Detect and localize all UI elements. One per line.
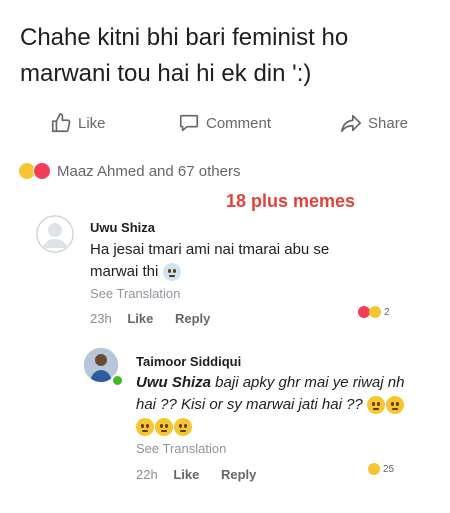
reply-meta: 22h Like Reply <box>136 467 256 482</box>
neutral-face-emoji-icon <box>174 418 192 437</box>
neutral-face-emoji-icon <box>136 418 154 437</box>
reactions-summary-text: Maaz Ahmed and 67 others <box>57 162 241 180</box>
love-reaction-icon <box>33 162 51 180</box>
comment-time: 23h <box>90 311 112 326</box>
comment-like-button[interactable]: Like <box>127 311 153 326</box>
reply-reaction-counter[interactable]: 25 <box>368 463 394 475</box>
fearful-face-emoji-icon <box>162 263 181 282</box>
reply-time: 22h <box>136 467 158 482</box>
neutral-face-emoji-icon <box>385 396 404 415</box>
comment-button[interactable]: Comment <box>178 112 271 134</box>
neutral-face-emoji-icon <box>155 418 173 437</box>
comment-meta: 23h Like Reply <box>90 311 210 326</box>
haha-reaction-icon <box>369 306 381 318</box>
online-status-dot <box>111 374 124 387</box>
comment-reaction-counter[interactable]: 2 <box>358 306 390 318</box>
reactions-summary[interactable]: Maaz Ahmed and 67 others <box>18 162 240 180</box>
comment-bubble-icon <box>178 112 200 134</box>
comment-author[interactable]: Uwu Shiza <box>90 220 155 235</box>
share-arrow-icon <box>340 112 362 134</box>
watermark-text: 18 plus memes <box>226 191 356 211</box>
share-button[interactable]: Share <box>340 112 408 134</box>
share-label: Share <box>368 114 409 132</box>
reply-mention-link[interactable]: Uwu Shiza <box>136 374 211 391</box>
comment-body: Ha jesai tmari ami nai tmarai abu se mar… <box>90 239 360 283</box>
reply-reply-button[interactable]: Reply <box>221 467 256 482</box>
neutral-face-emoji-icon <box>366 396 385 415</box>
see-translation-link[interactable]: See Translation <box>136 441 226 456</box>
post-action-bar: Like Comment Share <box>0 112 450 140</box>
reply-author[interactable]: Taimoor Siddiqui <box>136 354 241 369</box>
reply-body: Uwu Shiza baji apky ghr mai ye riwaj nh … <box>136 372 406 438</box>
comment-label: Comment <box>206 114 272 132</box>
post-text: Chahe kitni bhi bari feminist ho marwani… <box>20 24 349 87</box>
default-avatar-icon[interactable] <box>36 215 74 253</box>
like-button[interactable]: Like <box>50 112 106 134</box>
see-translation-link[interactable]: See Translation <box>90 286 180 301</box>
thumbs-up-icon <box>50 112 72 134</box>
like-label: Like <box>78 114 106 132</box>
reply-reaction-count: 25 <box>383 463 395 475</box>
haha-reaction-icon <box>368 463 380 475</box>
comment-reply-button[interactable]: Reply <box>175 311 210 326</box>
comment-reaction-count: 2 <box>384 306 390 318</box>
comment-body-text: Ha jesai tmari ami nai tmarai abu se mar… <box>90 241 330 280</box>
reply-like-button[interactable]: Like <box>173 467 199 482</box>
